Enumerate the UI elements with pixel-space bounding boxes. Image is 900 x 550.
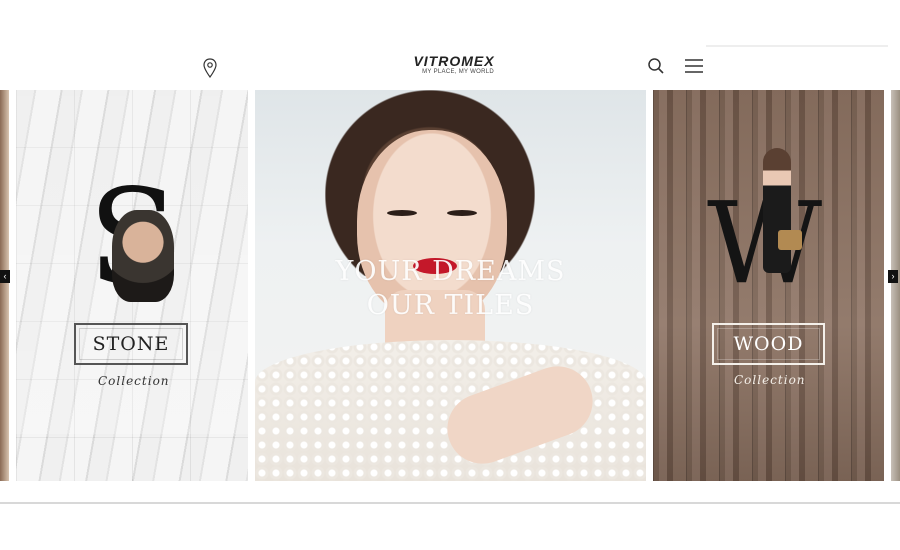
chevron-right-icon: › <box>891 271 895 281</box>
stone-collection-caption: Collection <box>98 374 170 388</box>
model-figure <box>763 148 791 273</box>
label-inner-frame <box>717 328 820 360</box>
logo-name: VITROMEX <box>413 53 495 69</box>
wood-collection-caption: Collection <box>734 373 806 387</box>
logo-tagline: MY PLACE, MY WORLD <box>422 69 494 75</box>
carousel-next-button[interactable]: › <box>888 270 898 283</box>
headline-line-2: OUR TILES <box>366 290 535 321</box>
headline-line-1: YOUR DREAMS <box>335 256 566 287</box>
handbag <box>778 230 802 250</box>
site-header: VITROMEX MY PLACE, MY WORLD <box>0 48 900 88</box>
model-portrait <box>112 210 174 302</box>
location-pin-icon[interactable] <box>202 58 218 79</box>
slide-wood-collection[interactable]: W WOOD Collection <box>653 90 884 481</box>
search-icon[interactable] <box>647 57 665 75</box>
stone-label-box[interactable]: STONE <box>74 323 188 365</box>
carousel-prev-button[interactable]: ‹ <box>0 270 10 283</box>
header-top-rule <box>706 45 888 47</box>
model-eye-left <box>387 210 417 216</box>
wood-label-box[interactable]: WOOD <box>712 323 825 365</box>
model-eye-right <box>447 210 477 216</box>
label-inner-frame <box>79 328 183 360</box>
hero-carousel: S STONE Collection YOUR DREAMS OUR TILES… <box>0 90 900 481</box>
hero-headline: YOUR DREAMS OUR TILES <box>255 255 646 323</box>
brand-logo[interactable]: VITROMEX MY PLACE, MY WORLD <box>408 54 500 78</box>
slide-featured-model[interactable]: YOUR DREAMS OUR TILES <box>255 90 646 481</box>
partial-slide-right[interactable] <box>891 90 900 481</box>
partial-slide-left[interactable] <box>0 90 9 481</box>
slide-stone-collection[interactable]: S STONE Collection <box>16 90 248 481</box>
section-divider <box>0 502 900 504</box>
chevron-left-icon: ‹ <box>3 271 7 281</box>
hamburger-menu-icon[interactable] <box>684 58 704 74</box>
